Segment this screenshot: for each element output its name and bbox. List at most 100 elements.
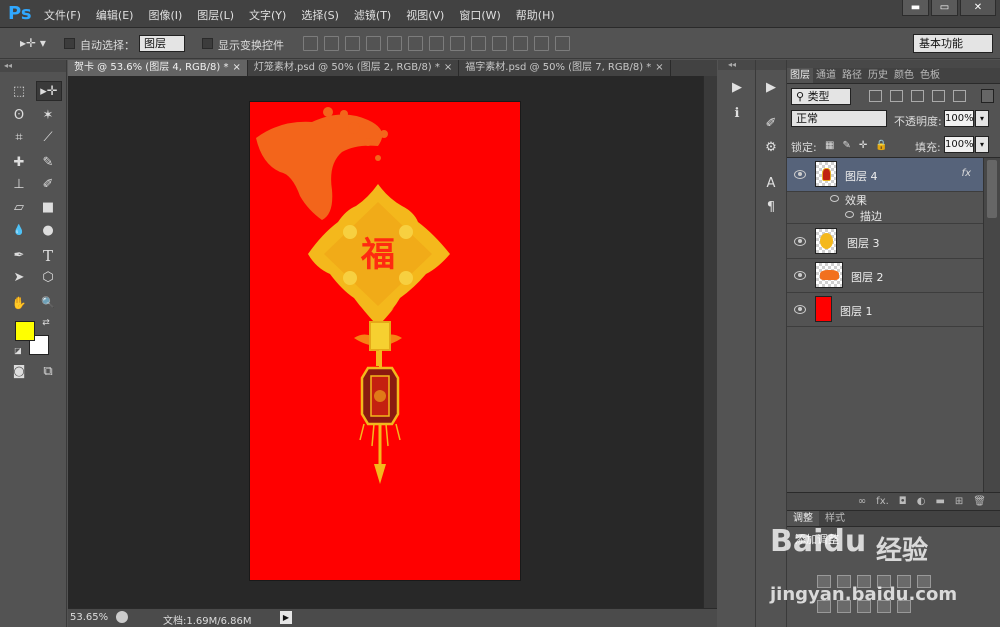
path-selection-tool-icon[interactable]: ➤ (8, 268, 30, 288)
clone-stamp-tool-icon[interactable]: ⊥ (8, 175, 30, 195)
lock-transparent-icon[interactable]: ▦ (825, 140, 834, 151)
minimize-button[interactable]: ▬ (902, 0, 929, 16)
scrollbar-thumb[interactable] (987, 160, 997, 218)
zoom-level[interactable]: 53.65% (70, 612, 108, 623)
align-bottom-icon[interactable] (345, 36, 360, 51)
new-adjustment-layer-icon[interactable]: ◐ (917, 496, 926, 507)
status-menu-icon[interactable] (116, 611, 128, 623)
menu-edit[interactable]: 编辑(E) (96, 7, 134, 23)
menu-help[interactable]: 帮助(H) (516, 7, 555, 23)
tab-paths[interactable]: 路径 (839, 68, 865, 83)
auto-select-dropdown[interactable]: 图层 (139, 35, 185, 52)
new-group-icon[interactable]: ▬ (935, 496, 944, 507)
history-brush-tool-icon[interactable]: ✐ (37, 175, 59, 195)
link-layers-icon[interactable]: ∞ (858, 496, 866, 507)
filter-shape-icon[interactable] (932, 90, 945, 102)
tab-color[interactable]: 颜色 (891, 68, 917, 83)
distribute-top-icon[interactable] (429, 36, 444, 51)
layer-filter-dropdown[interactable]: ⚲ 类型 (791, 88, 851, 105)
layer-name[interactable]: 图层 1 (840, 303, 873, 319)
menu-filter[interactable]: 滤镜(T) (354, 7, 391, 23)
distribute-vcenter-icon[interactable] (450, 36, 465, 51)
curves-icon[interactable] (857, 575, 871, 588)
status-arrow-button[interactable]: ▶ (280, 611, 292, 624)
dodge-tool-icon[interactable]: ● (37, 221, 59, 241)
tab-channels[interactable]: 通道 (813, 68, 839, 83)
new-layer-icon[interactable]: ⊞ (955, 496, 963, 507)
toolbox-grip[interactable]: ◂◂ (0, 60, 66, 72)
gradient-map-icon[interactable] (877, 600, 891, 613)
default-colors-icon[interactable]: ◪ (12, 345, 24, 357)
align-left-icon[interactable] (366, 36, 381, 51)
invert-icon[interactable] (817, 600, 831, 613)
move-tool-preset-icon[interactable]: ▸✛ ▾ (20, 36, 54, 52)
lasso-tool-icon[interactable]: ʘ (8, 106, 30, 126)
gradient-tool-icon[interactable]: ■ (37, 198, 59, 218)
healing-brush-tool-icon[interactable]: ✚ (8, 153, 30, 173)
lock-image-icon[interactable]: ✎ (842, 140, 850, 151)
menu-layer[interactable]: 图层(L) (197, 7, 234, 23)
align-right-icon[interactable] (408, 36, 423, 51)
document-canvas[interactable]: 福 (250, 102, 520, 580)
tab-adjustments[interactable]: 调整 (787, 511, 819, 526)
brush-preset-icon[interactable]: ✐ (759, 114, 783, 134)
tab-swatches[interactable]: 色板 (917, 68, 943, 83)
visibility-eye-icon[interactable] (794, 305, 806, 314)
tab-close-icon[interactable]: × (232, 62, 240, 73)
screen-mode-icon[interactable]: ⧉ (37, 362, 59, 382)
tab-greeting-card[interactable]: 贺卡 @ 53.6% (图层 4, RGB/8) * × (68, 60, 248, 76)
layer-name[interactable]: 图层 4 (845, 168, 878, 184)
align-top-icon[interactable] (303, 36, 318, 51)
info-icon[interactable]: ℹ (725, 104, 749, 124)
add-layer-style-icon[interactable]: fx. (876, 496, 889, 507)
workspace-dropdown[interactable]: 基本功能 (913, 34, 993, 53)
opacity-slider-button[interactable]: ▾ (975, 110, 989, 127)
layer-row-1[interactable]: 图层 1 (787, 293, 983, 327)
lock-position-icon[interactable]: ✛ (859, 140, 867, 151)
type-tool-icon[interactable]: T (37, 246, 59, 266)
fx-badge-icon[interactable]: fx (962, 168, 971, 179)
fill-input[interactable]: 100% (944, 136, 974, 153)
filter-type-icon[interactable] (911, 90, 924, 102)
exposure-icon[interactable] (877, 575, 891, 588)
tab-history[interactable]: 历史 (865, 68, 891, 83)
delete-layer-icon[interactable]: 🗑 (973, 496, 986, 507)
menu-image[interactable]: 图像(I) (148, 7, 182, 23)
blend-mode-dropdown[interactable]: 正常 (791, 110, 887, 127)
filter-smart-object-icon[interactable] (953, 90, 966, 102)
minipanel-grip[interactable]: ◂◂ (718, 60, 755, 70)
zoom-tool-icon[interactable]: 🔍 (37, 293, 59, 313)
filter-pixel-icon[interactable] (869, 90, 882, 102)
distribute-right-icon[interactable] (534, 36, 549, 51)
brightness-contrast-icon[interactable] (817, 575, 831, 588)
character-icon[interactable]: A (759, 174, 783, 194)
visibility-eye-icon[interactable] (794, 170, 806, 179)
crop-tool-icon[interactable]: ⌗ (8, 128, 30, 148)
eyedropper-tool-icon[interactable]: ⟋ (37, 128, 59, 148)
brush-tool-icon[interactable]: ✎ (37, 153, 59, 173)
menu-select[interactable]: 选择(S) (301, 7, 339, 23)
tab-fu-material[interactable]: 福字素材.psd @ 50% (图层 7, RGB/8) * × (459, 60, 671, 76)
menu-file[interactable]: 文件(F) (44, 7, 81, 23)
layer-row-4[interactable]: 图层 4 fx (787, 158, 983, 192)
paragraph-icon[interactable]: ¶ (759, 198, 783, 218)
hue-saturation-icon[interactable] (917, 575, 931, 588)
visibility-eye-icon[interactable] (794, 237, 806, 246)
magic-wand-tool-icon[interactable]: ✶ (37, 106, 59, 126)
stroke-effect-eye-icon[interactable] (845, 211, 854, 218)
tab-close-icon[interactable]: × (444, 62, 452, 73)
tool-preset-icon[interactable]: ⚙ (759, 138, 783, 158)
threshold-icon[interactable] (857, 600, 871, 613)
tab-lantern-material[interactable]: 灯笼素材.psd @ 50% (图层 2, RGB/8) * × (248, 60, 460, 76)
minidock-grip[interactable] (756, 60, 786, 70)
maximize-button[interactable]: ▭ (931, 0, 958, 16)
eraser-tool-icon[interactable]: ▱ (8, 198, 30, 218)
blur-tool-icon[interactable]: 💧 (8, 221, 30, 241)
layers-panel-grip[interactable] (787, 60, 1000, 68)
move-tool-icon[interactable]: ▸✛ (36, 81, 62, 101)
selective-color-icon[interactable] (897, 600, 911, 613)
tab-styles[interactable]: 样式 (819, 511, 851, 526)
document-vertical-scrollbar[interactable] (703, 76, 717, 608)
show-transform-checkbox[interactable] (202, 38, 213, 49)
distribute-left-icon[interactable] (492, 36, 507, 51)
